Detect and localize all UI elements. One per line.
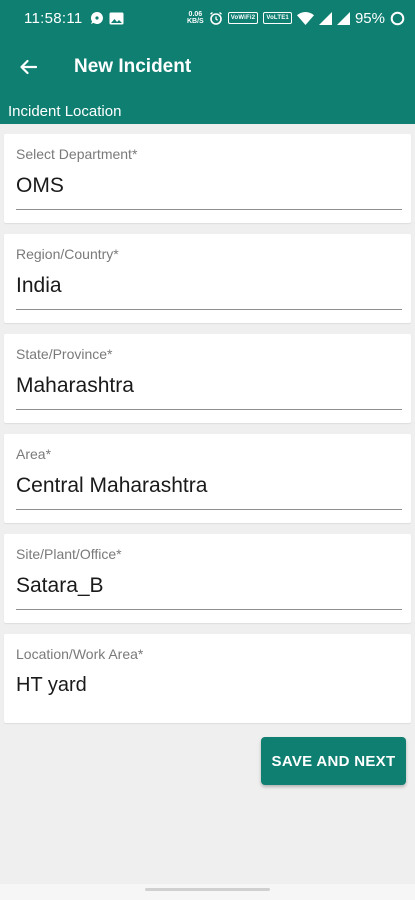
system-icons: 0.06 KB/S VoWiFi2 VoLTE1 95%	[187, 10, 405, 27]
navigation-bar	[0, 884, 415, 900]
speed-value: 0.06	[188, 11, 203, 18]
save-and-next-button[interactable]: SAVE AND NEXT	[261, 737, 406, 785]
department-input[interactable]: OMS	[16, 174, 402, 210]
alarm-icon	[209, 11, 223, 25]
speed-unit: KB/S	[187, 18, 204, 25]
field-label: Location/Work Area*	[16, 646, 144, 662]
battery-percent: 95%	[354, 9, 385, 27]
gallery-icon	[109, 12, 124, 25]
work-area-input[interactable]: HT yard	[16, 674, 402, 710]
region-input[interactable]: India	[16, 274, 402, 310]
section-header: Incident Location	[0, 98, 415, 124]
app-bar: New Incident	[0, 36, 415, 98]
field-label: State/Province*	[16, 346, 113, 362]
back-button[interactable]	[0, 36, 56, 98]
area-field[interactable]: Area* Central Maharashtra	[4, 434, 411, 523]
field-label: Region/Country*	[16, 246, 119, 262]
chat-icon	[90, 11, 104, 25]
status-time: 11:58:11	[24, 9, 83, 27]
notification-icons	[90, 11, 124, 25]
status-bar: 11:58:11 0.06 KB/S VoWiFi2 VoLTE1 95%	[0, 0, 415, 36]
department-field[interactable]: Select Department* OMS	[4, 134, 411, 223]
battery-icon	[390, 11, 405, 26]
site-field[interactable]: Site/Plant/Office* Satara_B	[4, 534, 411, 623]
page-title: New Incident	[74, 56, 192, 77]
form-fields: Select Department* OMS Region/Country* I…	[4, 134, 411, 734]
wifi-icon	[296, 11, 314, 25]
arrow-left-icon	[19, 59, 37, 75]
state-input[interactable]: Maharashtra	[16, 374, 402, 410]
state-field[interactable]: State/Province* Maharashtra	[4, 334, 411, 423]
signal-icon	[336, 11, 350, 25]
region-field[interactable]: Region/Country* India	[4, 234, 411, 323]
signal-icon	[318, 11, 332, 25]
site-input[interactable]: Satara_B	[16, 574, 402, 610]
field-label: Area*	[16, 446, 52, 462]
work-area-field[interactable]: Location/Work Area* HT yard	[4, 634, 411, 723]
area-input[interactable]: Central Maharashtra	[16, 474, 402, 510]
volte-badge: VoLTE1	[263, 12, 292, 24]
vowifi-badge: VoWiFi2	[227, 12, 259, 24]
gesture-handle[interactable]	[145, 888, 270, 891]
field-label: Select Department*	[16, 146, 138, 162]
field-label: Site/Plant/Office*	[16, 546, 122, 562]
network-speed: 0.06 KB/S	[187, 11, 204, 25]
